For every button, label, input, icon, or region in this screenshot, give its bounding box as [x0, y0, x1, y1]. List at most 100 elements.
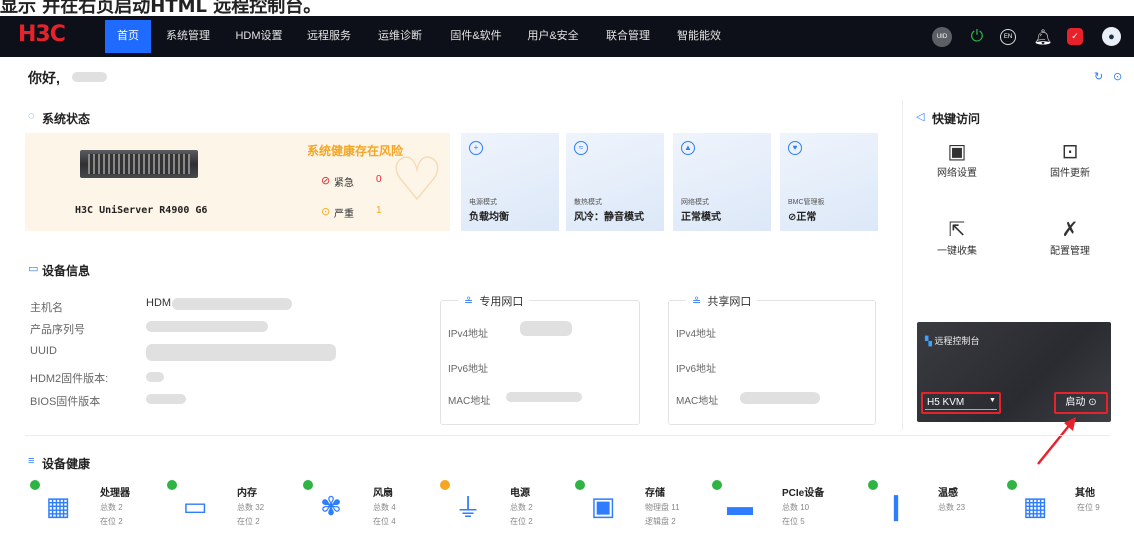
card-label: 网络模式 — [681, 199, 709, 206]
port-icon: ≗ — [464, 296, 474, 308]
quick-access-title: 快键访问 — [932, 112, 981, 126]
severe-icon: ⊙ — [321, 206, 331, 218]
annotation-arrow — [1037, 417, 1076, 465]
health-item-line2: 在位 2 — [237, 517, 260, 526]
power-icon[interactable]: ⏻ — [967, 27, 987, 47]
ipv6-label: IPv6地址 — [676, 364, 717, 375]
hdm-version-blurred — [146, 372, 164, 382]
status-dot — [1007, 480, 1017, 490]
launch-button[interactable]: 启动 ⊙ — [1054, 392, 1108, 414]
health-item-line1: 总数 4 — [373, 503, 396, 512]
export-icon: ⇱ — [948, 219, 966, 241]
mac-blurred — [740, 392, 820, 404]
card-value: 风冷：静音模式 — [574, 212, 644, 223]
nav-ops-diagnostics[interactable]: 运维诊断 — [370, 20, 430, 53]
health-item-0[interactable]: ▦ 处理器 总数 2 在位 2 — [30, 480, 170, 530]
port-icon: ≗ — [692, 296, 702, 308]
pcie-icon: ▬ — [727, 490, 753, 521]
bmc-card[interactable]: ♥ BMC管理板 ⊘正常 — [780, 133, 878, 231]
greeting-text: 你好, — [28, 70, 60, 86]
username-blurred — [72, 72, 107, 82]
bios-version-label: BIOS固件版本 — [30, 396, 101, 408]
cooling-mode-card[interactable]: ≈ 散热模式 风冷：静音模式 — [566, 133, 664, 231]
nav-home[interactable]: 首页 — [105, 20, 151, 53]
card-value: 正常模式 — [681, 212, 721, 223]
nav-hdm-settings[interactable]: HDM设置 — [228, 20, 290, 53]
mac-blurred — [506, 392, 582, 402]
memory-icon: ▭ — [182, 490, 208, 521]
health-item-name: 处理器 — [100, 488, 130, 499]
ipv4-label: IPv4地址 — [676, 329, 717, 340]
fan-icon: ✾ — [320, 490, 342, 521]
refresh-icon[interactable]: ↻ — [1094, 70, 1103, 83]
nav-energy[interactable]: 智能能效 — [668, 20, 730, 53]
hostname-blurred — [172, 298, 292, 310]
health-item-7[interactable]: ▦ 其他 在位 9 — [1007, 480, 1134, 530]
health-item-2[interactable]: ✾ 风扇 总数 4 在位 4 — [303, 480, 443, 530]
remote-console-header: ▚ 远程控制台 — [925, 334, 979, 347]
shared-port-header: ≗ 共享网口 — [686, 293, 758, 309]
urgent-label: 紧急 — [334, 178, 354, 189]
health-item-3[interactable]: ⏚ 电源 总数 2 在位 2 — [440, 480, 580, 530]
serial-label: 产品序列号 — [30, 324, 85, 336]
card-label: BMC管理板 — [788, 199, 825, 206]
health-item-name: 风扇 — [373, 488, 393, 499]
console-icon: ▚ — [925, 336, 932, 346]
dedicated-port-header: ≗ 专用网口 — [458, 293, 530, 309]
health-item-line1: 总数 2 — [100, 503, 123, 512]
one-click-collect-shortcut[interactable]: ⇱ 一键收集 — [917, 218, 997, 268]
health-item-line1: 总数 10 — [782, 503, 810, 512]
severe-label: 严重 — [334, 209, 354, 220]
nav-federation[interactable]: 联合管理 — [598, 20, 658, 53]
bmc-icon: ♥ — [788, 141, 802, 155]
health-item-line1: 总数 32 — [237, 503, 265, 512]
device-health-title: 设备健康 — [42, 457, 91, 471]
hostname-label: 主机名 — [30, 302, 63, 314]
health-item-5[interactable]: ▬ PCIe设备 总数 10 在位 5 — [712, 480, 852, 530]
network-mode-card[interactable]: ▲ 网络模式 正常模式 — [673, 133, 771, 231]
health-item-line1: 物理盘 11 — [645, 503, 680, 512]
ipv4-blurred — [520, 321, 572, 336]
mac-label: MAC地址 — [448, 396, 491, 407]
power-mode-card[interactable]: + 电源模式 负载均衡 — [461, 133, 559, 231]
firmware-update-shortcut[interactable]: ⊡ 固件更新 — [1030, 140, 1110, 190]
uuid-label: UUID — [30, 345, 57, 357]
status-dot — [303, 480, 313, 490]
severe-count: 1 — [376, 205, 382, 216]
health-item-6[interactable]: ❙ 温感 总数 23 — [868, 480, 1008, 530]
shortcut-label: 网络设置 — [937, 168, 977, 179]
shield-icon[interactable]: ✓ — [1067, 28, 1083, 45]
status-dot — [868, 480, 878, 490]
cpu-icon: ▦ — [45, 490, 71, 521]
kvm-select[interactable]: H5 KVM ▼ — [921, 392, 1001, 414]
nav-remote-service[interactable]: 远程服务 — [300, 20, 358, 53]
network-settings-icon: ▣ — [947, 141, 967, 163]
device-info-icon: ▭ — [28, 263, 39, 275]
card-label: 散热模式 — [574, 199, 602, 206]
help-icon[interactable]: ⊙ — [1113, 70, 1122, 83]
card-label: 电源模式 — [469, 199, 497, 206]
firmware-update-icon: ⊡ — [1061, 141, 1079, 163]
hostname-value: HDM — [146, 297, 172, 309]
kvm-select-value: H5 KVM — [927, 397, 965, 408]
nav-user-security[interactable]: 用户&安全 — [520, 20, 586, 53]
language-en-icon[interactable]: EN — [1000, 29, 1016, 45]
bios-version-blurred — [146, 394, 186, 404]
user-circle-icon[interactable]: UID — [932, 27, 952, 47]
cooling-mode-icon: ≈ — [574, 141, 588, 155]
bell-icon[interactable]: 🔔︎ — [1033, 27, 1053, 47]
avatar-icon[interactable]: ● — [1102, 27, 1121, 46]
network-settings-shortcut[interactable]: ▣ 网络设置 — [917, 140, 997, 190]
health-item-1[interactable]: ▭ 内存 总数 32 在位 2 — [167, 480, 307, 530]
health-item-name: 温感 — [938, 488, 958, 499]
health-item-name: PCIe设备 — [782, 488, 825, 499]
play-circle-icon: ⊙ — [1088, 397, 1097, 408]
nav-firmware-software[interactable]: 固件&软件 — [443, 20, 509, 53]
device-info-title: 设备信息 — [42, 264, 91, 278]
config-management-shortcut[interactable]: ✗ 配置管理 — [1030, 218, 1110, 268]
health-item-4[interactable]: ▣ 存储 物理盘 11 逻辑盘 2 — [575, 480, 715, 530]
chevron-down-icon: ▼ — [989, 397, 996, 404]
nav-system-management[interactable]: 系统管理 — [158, 20, 218, 53]
health-item-line1: 总数 23 — [938, 503, 966, 512]
remote-console-title: 远程控制台 — [934, 336, 980, 346]
